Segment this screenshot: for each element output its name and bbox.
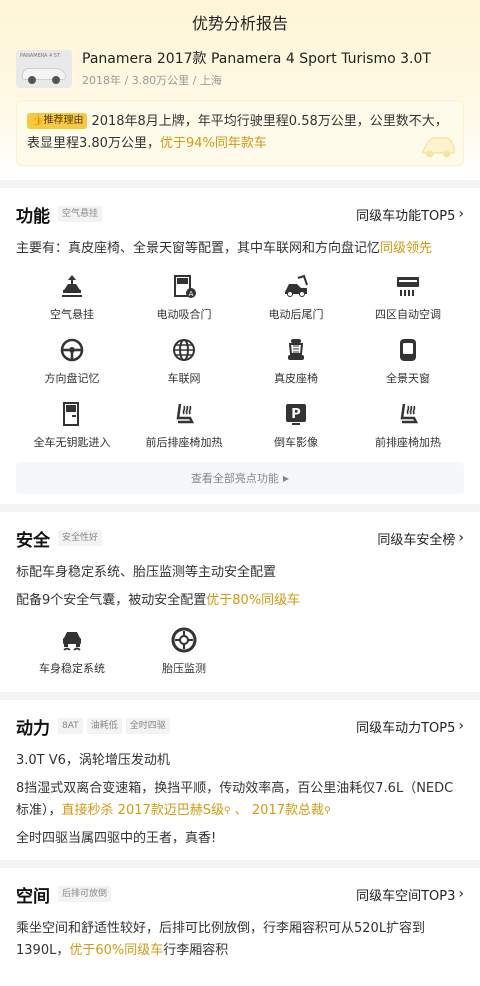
safety-chip: 安全性好 bbox=[58, 530, 103, 546]
compare-model-link[interactable]: 2017款总裁⚲ bbox=[252, 803, 331, 818]
feature-item[interactable]: P 倒车影像 bbox=[240, 400, 352, 456]
power-line-2: 8挡湿式双离合变速箱，换挡平顺，传动效率高，百公里油耗仅7.6L（NEDC标准）… bbox=[16, 781, 454, 818]
car-meta: 2018年 / 3.80万公里 / 上海 bbox=[82, 74, 222, 87]
space-text: 乘坐空间和舒适性较好，后排可比例放倒，行李厢容积可从520L扩容到1390L，优… bbox=[16, 921, 426, 958]
car-outline-icon bbox=[422, 137, 455, 158]
power-tailgate-icon bbox=[285, 274, 308, 297]
power-section: 动力 8AT 油耗低 全时四驱 同级车动力TOP5 › 3.0T V6，涡轮增压发… bbox=[0, 700, 480, 860]
power-title: 动力 bbox=[16, 718, 50, 739]
feature-item[interactable]: 车身稳定系统 bbox=[16, 626, 128, 682]
thumbs-up-icon: 👍 bbox=[31, 115, 44, 126]
section-divider bbox=[0, 504, 480, 512]
chevron-right-icon: › bbox=[458, 206, 464, 222]
car-thumbnail-tag: PANAMERA 4 ST bbox=[20, 53, 61, 59]
section-divider bbox=[0, 180, 480, 188]
reason-highlight: 优于94%同年款车 bbox=[159, 136, 267, 151]
chevron-right-icon: › bbox=[458, 530, 464, 546]
report-header: 优势分析报告 PANAMERA 4 ST Panamera 2017款 Pana… bbox=[0, 0, 480, 180]
safety-section: 安全 安全性好 同级车安全榜 › 标配车身稳定系统、胎压监测等主动安全配置 配备9… bbox=[0, 512, 480, 692]
seat-heating-icon bbox=[176, 403, 195, 424]
space-title: 空间 bbox=[16, 886, 50, 907]
stability-control-icon bbox=[63, 632, 81, 651]
feature-item[interactable]: 前后排座椅加热 bbox=[128, 400, 240, 456]
chevron-right-icon: › bbox=[458, 886, 464, 902]
feature-item[interactable]: 真皮座椅 bbox=[240, 336, 352, 392]
power-line-1: 3.0T V6，涡轮增压发动机 bbox=[16, 753, 170, 768]
car-thumbnail: PANAMERA 4 ST bbox=[16, 50, 72, 88]
front-seat-heating-icon bbox=[400, 403, 419, 424]
leather-seat-icon bbox=[288, 339, 304, 360]
steering-memory-icon bbox=[60, 338, 84, 362]
connected-car-icon bbox=[173, 339, 195, 361]
function-chip: 空气悬挂 bbox=[58, 206, 103, 222]
feature-item[interactable]: 车联网 bbox=[128, 336, 240, 392]
view-all-features-button[interactable]: 查看全部亮点功能 ▶ bbox=[16, 462, 464, 494]
function-section: 功能 空气悬挂 同级车功能TOP5 › 主要有：真皮座椅、全景天窗等配置，其中车联… bbox=[0, 188, 480, 504]
safety-line-2: 配备9个安全气囊，被动安全配置优于80%同级车 bbox=[16, 593, 301, 608]
safety-feature-list: 车身稳定系统 胎压监测 bbox=[16, 626, 464, 682]
function-title: 功能 bbox=[16, 206, 50, 227]
feature-item[interactable]: 电动后尾门 bbox=[240, 272, 352, 328]
svg-text:P: P bbox=[291, 407, 301, 422]
title-bar: 优势分析报告 bbox=[16, 8, 464, 36]
safety-ranking-link[interactable]: 同级车安全榜 › bbox=[377, 529, 464, 548]
power-line-3: 全时四驱当属四驱中的王者，真香! bbox=[16, 831, 217, 846]
tire-pressure-icon bbox=[171, 627, 197, 653]
space-section: 空间 后排可放倒 同级车空间TOP3 › 乘坐空间和舒适性较好，后排可比例放倒，行… bbox=[0, 868, 480, 972]
section-divider bbox=[0, 860, 480, 868]
recommend-reason: 👍推荐理由 2018年8月上牌，年平均行驶里程0.58万公里，公里数不大，表显里… bbox=[16, 100, 464, 166]
safety-line-1: 标配车身稳定系统、胎压监测等主动安全配置 bbox=[16, 565, 277, 580]
feature-item[interactable]: 胎压监测 bbox=[128, 626, 240, 682]
feature-item[interactable]: 前排座椅加热 bbox=[352, 400, 464, 456]
power-top5-link[interactable]: 同级车动力TOP5 › bbox=[356, 717, 464, 736]
car-title: Panamera 2017款 Panamera 4 Sport Turismo … bbox=[82, 51, 431, 67]
keyless-entry-icon bbox=[63, 402, 79, 426]
panoramic-sunroof-icon bbox=[400, 339, 416, 361]
feature-grid: 空气悬挂 A 电动吸合门 电动后尾门 四区自动空调 方向盘记忆 车联网 真皮座椅… bbox=[16, 272, 464, 456]
car-summary[interactable]: PANAMERA 4 ST Panamera 2017款 Panamera 4 … bbox=[16, 50, 464, 88]
power-chip: 8AT bbox=[58, 718, 83, 734]
function-summary: 主要有：真皮座椅、全景天窗等配置，其中车联网和方向盘记忆同级领先 bbox=[16, 241, 433, 256]
feature-item[interactable]: 全车无钥匙进入 bbox=[16, 400, 128, 456]
function-top5-link[interactable]: 同级车功能TOP5 › bbox=[356, 205, 464, 224]
feature-item[interactable]: 四区自动空调 bbox=[352, 272, 464, 328]
air-suspension-icon bbox=[62, 275, 82, 297]
report-page: 优势分析报告 PANAMERA 4 ST Panamera 2017款 Pana… bbox=[0, 0, 480, 986]
power-chip: 全时四驱 bbox=[125, 718, 170, 734]
space-top3-link[interactable]: 同级车空间TOP3 › bbox=[356, 885, 464, 904]
feature-item[interactable]: 方向盘记忆 bbox=[16, 336, 128, 392]
feature-item[interactable]: 空气悬挂 bbox=[16, 272, 128, 328]
svg-text:A: A bbox=[189, 290, 194, 298]
feature-item[interactable]: 全景天窗 bbox=[352, 336, 464, 392]
page-title: 优势分析报告 bbox=[191, 14, 288, 33]
safety-title: 安全 bbox=[16, 530, 50, 551]
power-chip: 油耗低 bbox=[86, 718, 122, 734]
triangle-right-icon: ▶ bbox=[282, 473, 290, 483]
feature-item[interactable]: A 电动吸合门 bbox=[128, 272, 240, 328]
recommend-badge: 👍推荐理由 bbox=[27, 113, 88, 129]
soft-close-door-icon: A bbox=[174, 275, 196, 298]
four-zone-ac-icon bbox=[397, 277, 419, 296]
search-icon: ⚲ bbox=[324, 806, 331, 816]
reverse-camera-icon: P bbox=[286, 404, 306, 425]
section-divider bbox=[0, 692, 480, 700]
compare-model-link[interactable]: 2017款迈巴赫S级⚲ bbox=[118, 803, 231, 818]
chevron-right-icon: › bbox=[458, 718, 464, 734]
search-icon: ⚲ bbox=[224, 806, 231, 816]
space-chip: 后排可放倒 bbox=[58, 886, 112, 902]
